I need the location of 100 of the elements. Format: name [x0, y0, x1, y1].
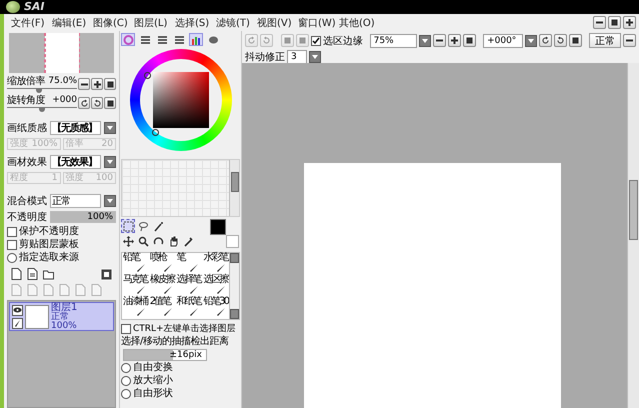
- dropdown-button[interactable]: [104, 195, 116, 207]
- blend-mode-field[interactable]: 正常: [50, 194, 101, 208]
- minimize-button[interactable]: [623, 34, 636, 47]
- brush-icon: [134, 285, 146, 295]
- zoom-out-button[interactable]: [78, 78, 90, 90]
- menu-item[interactable]: 其他(O): [338, 16, 379, 30]
- hue-marker[interactable]: [144, 72, 150, 79]
- layer-mode: 正常: [51, 312, 69, 322]
- caret-icon: [311, 54, 319, 60]
- brush-icon: [162, 263, 172, 273]
- caret-icon: [106, 159, 114, 165]
- rotation-field[interactable]: +000°: [483, 34, 524, 48]
- close-button[interactable]: [623, 16, 636, 29]
- rotate-right-button[interactable]: [554, 34, 568, 47]
- brush-tool[interactable]: 马克笔: [122, 275, 149, 297]
- brush-tool[interactable]: 2值笔: [148, 297, 176, 319]
- checkbox[interactable]: [121, 324, 131, 334]
- rotation-dropdown[interactable]: [525, 34, 538, 46]
- zoom-in-button[interactable]: [448, 34, 462, 47]
- dropdown-button[interactable]: [104, 122, 116, 134]
- zoom-out-button[interactable]: [433, 34, 446, 47]
- reset-zoom-button[interactable]: [463, 34, 476, 47]
- brush-tool[interactable]: 选择笔: [176, 275, 202, 297]
- mask-icon[interactable]: [101, 268, 112, 280]
- folder-icon[interactable]: [43, 268, 54, 280]
- move-tool[interactable]: [121, 234, 135, 248]
- texture-field[interactable]: 【无效果】: [50, 155, 101, 169]
- slider-track[interactable]: [7, 107, 77, 111]
- checkbox[interactable]: [310, 36, 321, 46]
- restore-button[interactable]: [608, 16, 621, 29]
- rotate-left-button[interactable]: [78, 97, 90, 109]
- brush-tool[interactable]: 喷枪: [148, 253, 176, 275]
- reset-rotation-button[interactable]: [104, 97, 116, 109]
- radio-button[interactable]: [121, 376, 131, 386]
- minimize-button[interactable]: [593, 16, 606, 29]
- slider-thumb[interactable]: [39, 107, 45, 112]
- flip-button[interactable]: [280, 34, 294, 47]
- color-mode-tab[interactable]: [189, 33, 203, 46]
- menu-item[interactable]: 编辑(E): [51, 16, 92, 30]
- menu-item[interactable]: 窗口(W): [297, 16, 338, 30]
- transform-option[interactable]: 自由形状: [133, 388, 173, 400]
- distance-slider[interactable]: ±16pix: [123, 349, 207, 361]
- menu-item[interactable]: 文件(F): [10, 16, 51, 30]
- dropdown-button[interactable]: [104, 156, 116, 168]
- redo-button[interactable]: [260, 34, 273, 47]
- brush-tool[interactable]: 选区擦: [202, 275, 229, 297]
- zoom-tool[interactable]: [136, 234, 150, 248]
- selection-tool[interactable]: [121, 219, 135, 233]
- radio-button[interactable]: [121, 389, 131, 399]
- menu-item[interactable]: 视图(V): [256, 16, 297, 30]
- brush-tool[interactable]: 橡皮擦: [148, 275, 176, 297]
- radio-button[interactable]: [7, 252, 17, 262]
- menu-item[interactable]: 图层(L): [133, 16, 174, 30]
- zoom-field[interactable]: 75%: [370, 34, 418, 48]
- layer-opacity: 100%: [51, 322, 78, 330]
- visibility-toggle[interactable]: [12, 304, 23, 316]
- new-layer-icon[interactable]: [11, 268, 22, 280]
- transform-option[interactable]: 自由变换: [133, 362, 173, 374]
- brush-tool[interactable]: 铅笔30: [202, 297, 229, 319]
- checkbox[interactable]: [7, 240, 17, 250]
- menu-item[interactable]: 图像(C): [92, 16, 133, 30]
- slider-track[interactable]: [7, 88, 77, 92]
- reset-rotation-button[interactable]: [569, 34, 582, 47]
- menu-item[interactable]: 滤镜(T): [215, 16, 256, 30]
- field-label: 画材效果: [7, 156, 47, 169]
- zoom-dropdown[interactable]: [419, 34, 432, 46]
- reset-zoom-button[interactable]: [104, 78, 116, 90]
- slider-thumb[interactable]: [36, 88, 42, 93]
- radio-button[interactable]: [121, 363, 131, 373]
- brush-tool[interactable]: 笔: [176, 253, 202, 275]
- checkbox[interactable]: [7, 226, 17, 236]
- stabilizer-field[interactable]: 3: [287, 50, 307, 64]
- lasso-tool[interactable]: [136, 219, 150, 233]
- menu-item[interactable]: 选择(S): [174, 16, 215, 30]
- brush-tool[interactable]: 铅笔: [122, 253, 149, 275]
- stabilizer-dropdown[interactable]: [309, 51, 321, 63]
- brush-tool[interactable]: 和纸笔: [176, 297, 202, 319]
- transform-option[interactable]: 放大缩小: [133, 375, 173, 387]
- brush-tool[interactable]: 水彩笔: [202, 253, 229, 275]
- color-square[interactable]: [152, 72, 208, 128]
- texture-field[interactable]: 【无质感】: [50, 121, 101, 135]
- opacity-slider[interactable]: 100%: [50, 211, 116, 223]
- background-color-swatch[interactable]: [226, 235, 239, 248]
- redo-icon: [262, 36, 271, 45]
- view-mode-button[interactable]: 正常: [589, 33, 621, 48]
- layer-thumbnail: [25, 304, 49, 328]
- slider-value: +000: [52, 95, 77, 106]
- brush-tool[interactable]: 油漆桶: [122, 297, 149, 319]
- rotate-right-button[interactable]: [91, 97, 103, 109]
- layer-row[interactable]: 图层1 正常 100%: [9, 302, 114, 331]
- undo-button[interactable]: [245, 34, 258, 47]
- scrollbar[interactable]: [229, 160, 239, 216]
- zoom-in-button[interactable]: [91, 78, 103, 90]
- color-marker[interactable]: [152, 129, 158, 136]
- scrollbar[interactable]: [627, 63, 639, 408]
- new-layer-set-icon[interactable]: [27, 268, 38, 280]
- color-mode-tab[interactable]: [121, 33, 135, 46]
- rotate-left-button[interactable]: [539, 34, 552, 47]
- scrollbar[interactable]: [229, 253, 239, 319]
- foreground-color-swatch[interactable]: [210, 219, 226, 235]
